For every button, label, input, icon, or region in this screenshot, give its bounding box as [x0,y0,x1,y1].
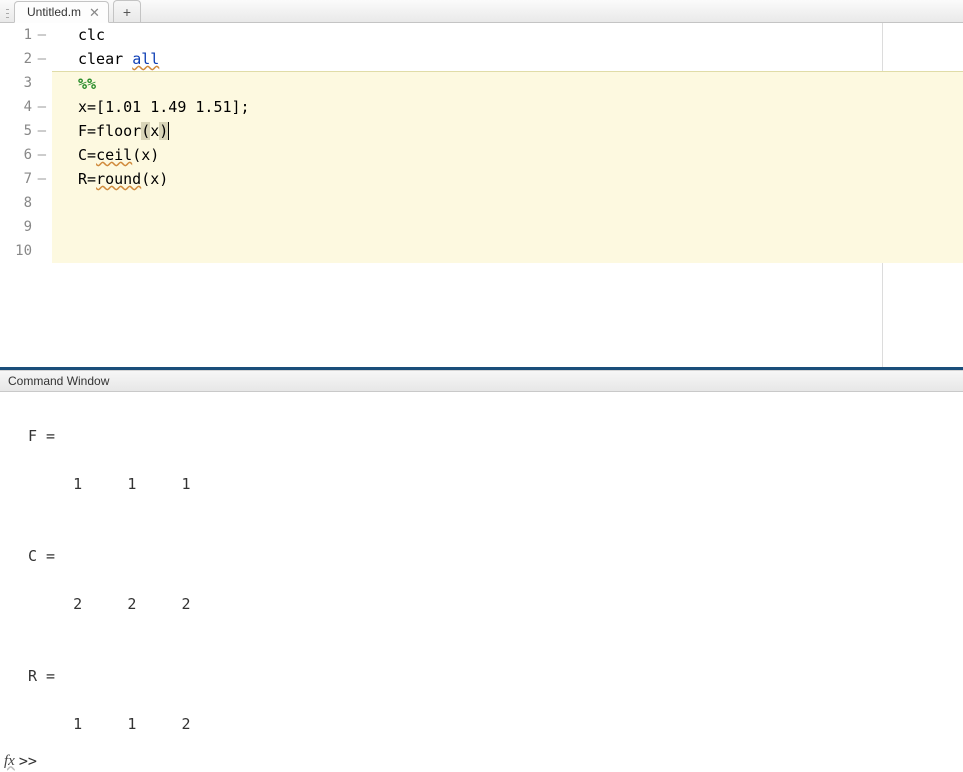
prompt-chevrons: >> [19,752,37,770]
fx-icon[interactable]: fx [4,753,15,770]
plus-icon: + [123,4,131,20]
code-line: C=ceil(x) [52,143,963,167]
line-number: 8 [14,191,32,215]
file-tab[interactable]: Untitled.m ✕ [14,1,109,23]
line-number: 3 [14,71,32,95]
line-number: 6 [14,143,32,167]
code-line: x=[1.01 1.49 1.51]; [52,95,963,119]
command-window-header: Command Window [0,370,963,392]
code-line [52,191,963,215]
code-line: %% [52,71,963,95]
line-number: 2 [14,47,32,71]
tab-drag-handle[interactable] [6,4,12,22]
command-window-title: Command Window [8,374,109,388]
code-line: clear all [52,47,963,71]
line-number: 4 [14,95,32,119]
line-number: 9 [14,215,32,239]
tab-title: Untitled.m [27,5,81,19]
code-line: R=round(x) [52,167,963,191]
text-cursor [168,122,169,140]
code-editor[interactable]: clc clear all %% x=[1.01 1.49 1.51]; F=f… [52,23,963,367]
code-line: F=floor(x) [52,119,963,143]
code-line [52,215,963,239]
close-icon[interactable]: ✕ [89,6,100,19]
line-number: 10 [14,239,32,263]
line-number-gutter: 1– 2– 3 4– 5– 6– 7– 8 9 10 [0,23,52,367]
editor-tab-bar: Untitled.m ✕ + [0,0,963,23]
add-tab-button[interactable]: + [113,0,141,22]
command-output: F = 1 1 1 C = 2 2 2 R = 1 1 2 [0,400,963,736]
command-prompt[interactable]: fx >> [4,752,37,770]
command-window[interactable]: F = 1 1 1 C = 2 2 2 R = 1 1 2 fx >> [0,392,963,772]
line-number: 1 [14,23,32,47]
code-line: clc [52,23,963,47]
line-number: 7 [14,167,32,191]
code-line [52,239,963,263]
line-number: 5 [14,119,32,143]
editor-pane: 1– 2– 3 4– 5– 6– 7– 8 9 10 clc clear all… [0,23,963,370]
